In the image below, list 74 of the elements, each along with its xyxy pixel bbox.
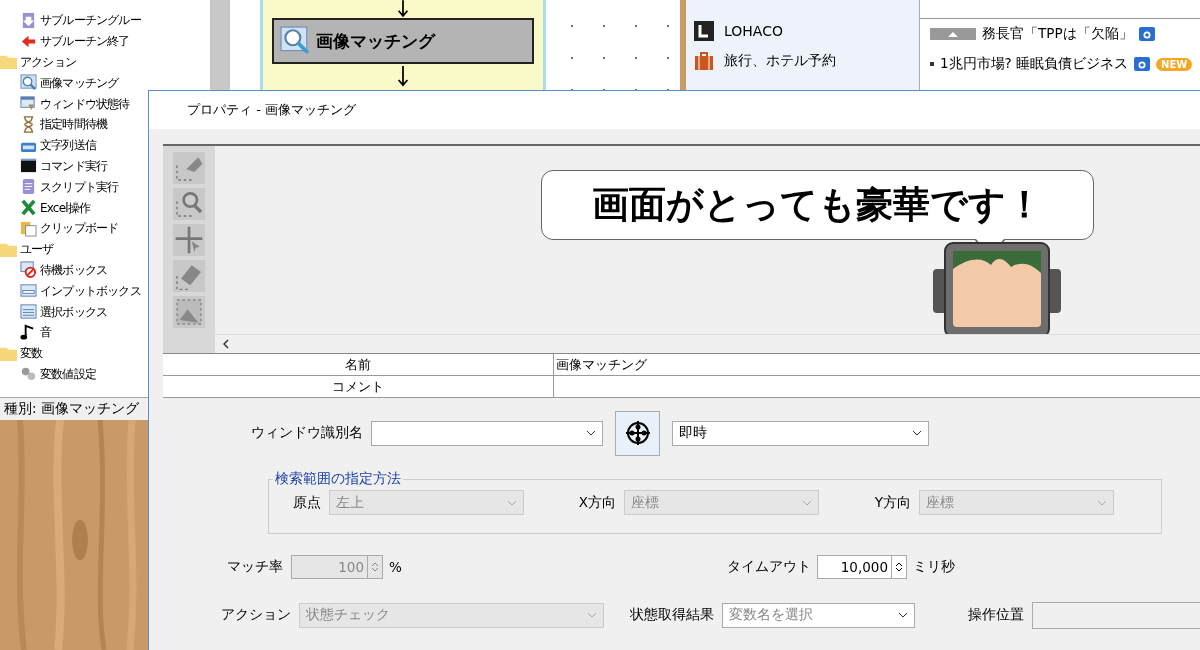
list-box-icon (20, 303, 37, 321)
field-label: アクション (220, 606, 292, 624)
zoom-area-icon[interactable] (173, 188, 205, 220)
position-field[interactable] (1032, 601, 1200, 629)
field-label: マッチ率 (226, 558, 284, 576)
tree-item[interactable]: 待機ボックス (40, 260, 108, 279)
spreadsheet-icon (20, 199, 37, 217)
tree-folder[interactable]: 変数 (20, 344, 43, 363)
window-picker-button[interactable] (615, 410, 660, 456)
window-name-dropdown[interactable] (371, 420, 603, 446)
unit-label: % (388, 559, 403, 575)
down-arrow-icon (396, 64, 410, 89)
tree-item[interactable]: ウィンドウ状態待 (40, 94, 130, 113)
news-link[interactable]: 務長官「TPPは「欠陥」 (982, 25, 1133, 43)
field-label: X方向 (577, 493, 617, 512)
field-label: ウィンドウ識別名 (250, 424, 364, 442)
suitcase-icon (694, 51, 714, 71)
down-arrow-icon (396, 0, 410, 18)
crosshair-target-icon (623, 419, 652, 447)
field-label: タイムアウト (727, 558, 812, 576)
spin-arrows-icon[interactable] (895, 561, 903, 573)
tree-item[interactable]: クリップボード (40, 219, 119, 238)
tree-item[interactable]: 変数値設定 (40, 364, 96, 383)
property-name: 名前 (163, 354, 554, 375)
folder-icon (0, 53, 17, 71)
image-area-icon[interactable] (173, 296, 205, 328)
tree-item[interactable]: サブルーチングルー (40, 11, 141, 30)
timing-dropdown[interactable]: 即時 (672, 420, 929, 446)
flow-node[interactable]: 画像マッチング (272, 18, 534, 64)
window-title: プロパティ - 画像マッチング (187, 101, 356, 119)
tree-item[interactable]: 文字列送信 (40, 136, 96, 155)
no-sign-icon (20, 261, 37, 279)
field-label: 操作位置 (967, 606, 1025, 624)
tree-item[interactable]: 画像マッチング (40, 73, 119, 92)
tree-item[interactable]: Excel操作 (40, 198, 91, 217)
property-value[interactable]: 画像マッチング (554, 354, 1200, 375)
tree-item[interactable]: スクリプト実行 (40, 177, 119, 196)
script-icon (20, 178, 37, 196)
result-dropdown[interactable]: 変数名を選択 (722, 602, 915, 628)
tree-item[interactable]: 選択ボックス (40, 302, 108, 321)
select-area-icon[interactable] (173, 152, 205, 184)
stamp-icon[interactable] (173, 260, 205, 292)
link[interactable]: LOHACO (724, 23, 783, 39)
tree-folder[interactable]: アクション (20, 53, 76, 71)
tree-item[interactable]: 指定時間待機 (40, 115, 108, 134)
magnifier-icon (280, 26, 310, 56)
status-text: 種別: 画像マッチング (4, 400, 139, 418)
new-badge: NEW (1156, 57, 1193, 71)
window-icon (20, 95, 37, 113)
tree-item[interactable]: サブルーチン終了 (40, 32, 130, 51)
field-label: Y方向 (873, 493, 912, 512)
field-label: 原点 (292, 493, 322, 512)
crosshair-icon[interactable] (173, 224, 205, 256)
speech-balloon: 画面がとっても豪華です！ (541, 170, 1094, 240)
group-legend: 検索範囲の指定方法 (273, 470, 403, 488)
up-caret-icon (948, 31, 958, 37)
tree-item[interactable]: 音 (40, 323, 52, 342)
field-label: 状態取得結果 (629, 606, 715, 624)
unit-label: ミリ秒 (912, 558, 955, 576)
terminal-icon (20, 157, 37, 175)
magnifier-icon (20, 74, 37, 92)
letter-tile-icon (694, 21, 714, 41)
number-spinner[interactable]: 10,000 (817, 555, 907, 579)
news-link[interactable]: 1兆円市場? 睡眠負債ビジネス (940, 55, 1129, 73)
collapse-button[interactable] (930, 28, 976, 40)
property-name: コメント (163, 376, 554, 397)
input-box-icon (20, 282, 37, 300)
tree-item[interactable]: コマンド実行 (40, 156, 108, 175)
clipboard-icon (20, 219, 37, 237)
gears-icon (20, 365, 37, 383)
tree-item[interactable]: インプットボックス (40, 281, 141, 300)
link[interactable]: 旅行、ホテル予約 (724, 52, 836, 70)
tree-folder[interactable]: ユーザ (20, 240, 54, 259)
scroll-left-icon[interactable] (223, 339, 229, 349)
